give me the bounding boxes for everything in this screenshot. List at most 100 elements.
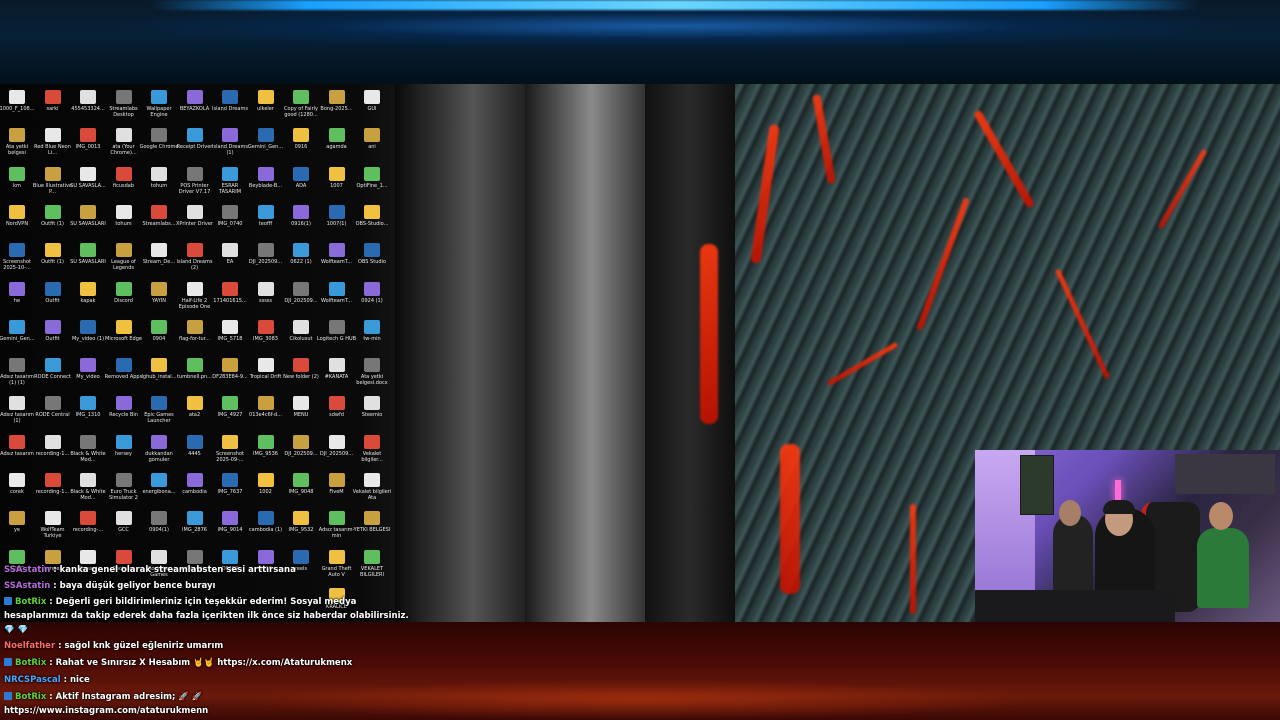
desktop-icon[interactable]: IMG_0740 — [213, 203, 247, 240]
desktop-icon[interactable]: he — [0, 280, 34, 317]
desktop-icon[interactable]: kapak — [71, 280, 105, 317]
desktop-icon[interactable]: Black & White Mod... — [70, 471, 106, 508]
desktop-icon[interactable]: Black & White Mod... — [70, 433, 106, 470]
desktop-icon[interactable]: My_video (1) — [71, 318, 105, 355]
desktop-icon[interactable]: YETKI BELGESI — [354, 509, 390, 546]
desktop-icon[interactable]: Steemio — [355, 394, 389, 431]
desktop-icon[interactable]: Outfit (1) — [36, 203, 70, 240]
desktop-icon[interactable]: SU SAVASLARI — [70, 241, 106, 278]
desktop-icon[interactable]: Google Chrome — [140, 126, 178, 163]
desktop-icon[interactable]: Streamlabs Desktop — [107, 88, 141, 125]
desktop-icon[interactable]: 1000_F_108... — [0, 88, 34, 125]
desktop-icon[interactable]: energibona... — [142, 471, 176, 508]
desktop-icon[interactable]: cambodia (1) — [249, 509, 283, 546]
desktop-icon[interactable]: sdwfd — [320, 394, 354, 431]
desktop-icon[interactable]: New folder (2) — [283, 356, 319, 393]
desktop-icon[interactable]: OBS-Studio... — [355, 203, 389, 240]
desktop-icon[interactable]: Vekalet bilgileri Ata — [353, 471, 391, 508]
desktop-icon[interactable]: km — [0, 165, 34, 202]
desktop-icon[interactable]: cambodia — [178, 471, 212, 508]
desktop-icon[interactable]: recording-1... — [36, 471, 70, 508]
desktop-icon[interactable]: WolfTeam Turkiye — [36, 509, 70, 546]
desktop-icon[interactable]: Ata yetki belgesi — [0, 126, 34, 163]
desktop-icon[interactable]: DJI_202509... — [284, 280, 318, 317]
desktop-icon[interactable]: NordVPN — [0, 203, 34, 240]
desktop-icon[interactable]: ulkeler — [249, 88, 283, 125]
desktop-icon[interactable]: IMG_3083 — [249, 318, 283, 355]
desktop-icon[interactable]: IMG_9048 — [284, 471, 318, 508]
desktop-icon[interactable]: Beyblade-B... — [249, 165, 283, 202]
desktop-icon[interactable]: Screenshot 2025-10-... — [0, 241, 34, 278]
desktop-icon[interactable]: Island Dreams (2) — [177, 241, 212, 278]
desktop-icon[interactable]: GCC — [107, 509, 141, 546]
desktop-icon[interactable]: Removed Apps — [105, 356, 142, 393]
desktop-icon[interactable]: EA — [213, 241, 247, 278]
desktop-icon[interactable]: sssss — [249, 280, 283, 317]
desktop-icon[interactable]: 171401615... — [213, 280, 247, 317]
desktop-icon[interactable]: 1007(1) — [320, 203, 354, 240]
desktop-icon[interactable]: hersey — [107, 433, 141, 470]
desktop-icon[interactable]: 0916(1) — [284, 203, 318, 240]
desktop-icon[interactable]: FiveM — [320, 471, 354, 508]
desktop-icon[interactable]: Island Dreams — [212, 88, 248, 125]
desktop-icon[interactable]: VEKALET BILGILERI — [355, 548, 389, 585]
desktop-icon[interactable]: League of Legends — [107, 241, 141, 278]
desktop-icon[interactable]: IMG_9532 — [284, 509, 318, 546]
desktop-icon[interactable]: ficusdab — [107, 165, 141, 202]
desktop-icon[interactable]: tw-min — [355, 318, 389, 355]
desktop-icon[interactable]: Vekalet bilgiler... — [355, 433, 389, 470]
desktop-icon[interactable]: ye — [0, 509, 34, 546]
desktop-icon[interactable]: 4445 — [178, 433, 212, 470]
desktop-icon[interactable]: OBS Studio — [355, 241, 389, 278]
desktop-icon[interactable]: Outfit — [36, 280, 70, 317]
desktop-icon[interactable]: Gemini_Gen... — [248, 126, 283, 163]
desktop-icon[interactable]: tumbnell.pn... — [177, 356, 212, 393]
desktop-icon[interactable]: recording-... — [71, 509, 105, 546]
desktop-icon[interactable]: agamda — [320, 126, 354, 163]
desktop-icon[interactable]: ESRAR TASARIM — [213, 165, 247, 202]
desktop-icon[interactable]: Microsoft Edge — [105, 318, 142, 355]
desktop-icon[interactable]: IMG_7637 — [213, 471, 247, 508]
desktop-icon[interactable]: 0904(1) — [142, 509, 176, 546]
desktop-icon[interactable]: BEYAZKOLA — [178, 88, 212, 125]
desktop-icon[interactable]: IMG_1310 — [71, 394, 105, 431]
desktop-icon[interactable]: Adsız tasarım-min — [319, 509, 354, 546]
desktop-icon[interactable]: 1002 — [249, 471, 283, 508]
desktop-icon[interactable]: Euro Truck Simulator 2 — [107, 471, 141, 508]
desktop-icon[interactable]: IMG_2876 — [178, 509, 212, 546]
desktop-icon[interactable]: Stream_De... — [142, 241, 176, 278]
desktop-icon[interactable]: 0924 (1) — [355, 280, 389, 317]
desktop-icon[interactable]: Logitech G HUB — [317, 318, 356, 355]
desktop-icon[interactable]: dukkandan gomuler — [142, 433, 176, 470]
desktop-icon[interactable]: recording-1... — [36, 433, 70, 470]
desktop-icon[interactable]: SU SAVASLA... — [70, 165, 106, 202]
desktop-icon[interactable]: Adsız tasarım (1) — [0, 394, 34, 431]
desktop-icon[interactable]: 1007 — [320, 165, 354, 202]
desktop-icon[interactable]: lghub_instal... — [142, 356, 176, 393]
desktop-icon[interactable]: OptiFine_1... — [355, 165, 389, 202]
desktop-icon[interactable]: Half-Life 2 Episode One — [178, 280, 212, 317]
desktop-icon[interactable]: ADA — [284, 165, 318, 202]
desktop-icon[interactable]: 013e4c6f-d... — [249, 394, 283, 431]
desktop-icon[interactable]: Red Blue Neon Li... — [34, 126, 71, 163]
desktop-icon[interactable]: #KANATA — [320, 356, 354, 393]
desktop-icon[interactable]: sarki — [36, 88, 70, 125]
desktop-icon[interactable]: DJI_202509... — [320, 433, 354, 470]
desktop-icon[interactable]: Tropical Drift — [249, 356, 283, 393]
desktop-icon[interactable]: teofff — [249, 203, 283, 240]
desktop-icon[interactable]: Recycle Bin — [107, 394, 141, 431]
desktop-icon[interactable]: Adsız tasarım (1) (1) — [0, 356, 34, 393]
desktop-icon[interactable]: POS Printer Driver V7.17 — [178, 165, 212, 202]
desktop-icon[interactable]: Grand Theft Auto V — [320, 548, 354, 585]
desktop-icon[interactable]: 0916 — [284, 126, 318, 163]
desktop-icon[interactable]: Copy of Fairly good (1280... — [284, 88, 318, 125]
desktop-icon[interactable]: 0622 (1) — [284, 241, 318, 278]
desktop-icon[interactable]: Screenshot 2025-09-... — [213, 433, 247, 470]
desktop-icon[interactable]: Discord — [107, 280, 141, 317]
desktop-icon[interactable]: WolfteamT... — [320, 280, 354, 317]
desktop-icon[interactable]: DJI_202509... — [284, 433, 318, 470]
desktop-icon[interactable]: SU SAVASLARI — [70, 203, 106, 240]
desktop-icon[interactable]: DF283E84-9... — [212, 356, 248, 393]
desktop-icon[interactable]: IMG_9536 — [249, 433, 283, 470]
desktop-icon[interactable]: DJI_202509... — [249, 241, 283, 278]
